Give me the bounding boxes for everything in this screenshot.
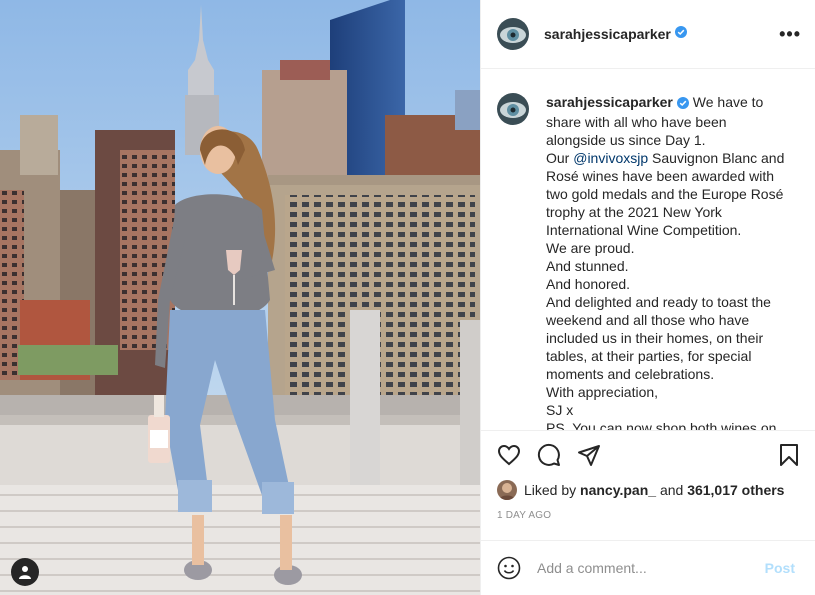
verified-badge-icon	[676, 95, 689, 113]
author-avatar[interactable]	[497, 18, 529, 50]
caption-line: We are proud.	[546, 240, 635, 256]
likes-summary: Liked by nancy.pan_ and 361,017 others	[481, 478, 815, 502]
caption-username[interactable]: sarahjessicaparker	[546, 94, 673, 110]
more-options-icon[interactable]: •••	[779, 24, 801, 45]
caption-line: With appreciation,	[546, 384, 659, 400]
caption-line: share with all who have been	[546, 114, 727, 130]
emoji-icon[interactable]	[497, 556, 521, 580]
post-comment-button[interactable]: Post	[759, 559, 801, 577]
instagram-post: sarahjessicaparker ••• sarahjessicaparke…	[0, 0, 815, 595]
caption-line: We have to	[692, 94, 764, 110]
caption-line: Our	[546, 150, 574, 166]
user-tag-button[interactable]	[11, 558, 39, 586]
caption-line: tables, at their parties, for special	[546, 348, 752, 364]
heart-icon[interactable]	[497, 443, 521, 467]
caption-line: SJ x	[546, 402, 574, 418]
mention-link[interactable]: @invivoxsjp	[573, 150, 648, 166]
caption-line: PS. You can now shop both wines on	[546, 420, 777, 430]
liked-by-prefix: Liked by	[524, 482, 577, 498]
post-date[interactable]: 1 DAY AGO	[481, 502, 815, 528]
caption-area: sarahjessicaparker We have to share with…	[481, 69, 815, 430]
author-username[interactable]: sarahjessicaparker	[544, 26, 671, 42]
caption-line: included us in their homes, on their	[546, 330, 764, 346]
caption-line: And honored.	[546, 276, 631, 292]
caption-line: alongside us since Day 1.	[546, 132, 706, 148]
caption-line: trophy at the 2021 New York	[546, 204, 722, 220]
caption-author-avatar[interactable]	[497, 93, 529, 125]
post-image	[0, 0, 480, 595]
action-bar	[481, 430, 815, 478]
post-sidebar: sarahjessicaparker ••• sarahjessicaparke…	[480, 0, 815, 595]
bookmark-icon[interactable]	[777, 443, 801, 467]
comment-icon[interactable]	[537, 443, 561, 467]
share-icon[interactable]	[577, 443, 601, 467]
caption-line: moments and celebrations.	[546, 366, 715, 382]
user-tag-icon	[19, 566, 31, 579]
liker-avatar[interactable]	[497, 480, 517, 500]
caption-line: Sauvignon Blanc and	[652, 150, 785, 166]
caption-line: weekend and all those who have	[546, 312, 750, 328]
caption-line: two gold medals and the Europe Rosé	[546, 186, 784, 202]
caption-line: And stunned.	[546, 258, 629, 274]
caption-line: International Wine Competition.	[546, 222, 742, 238]
verified-badge-icon	[674, 25, 687, 43]
comment-input[interactable]	[535, 559, 759, 577]
post-header: sarahjessicaparker •••	[481, 0, 815, 69]
post-photo[interactable]	[0, 0, 480, 595]
caption-line: And delighted and ready to toast the	[546, 294, 771, 310]
liker-username[interactable]: nancy.pan_	[580, 482, 656, 498]
likes-count[interactable]: 361,017 others	[687, 482, 784, 498]
caption-line: Rosé wines have been awarded with	[546, 168, 775, 184]
caption-text: sarahjessicaparker We have to share with…	[546, 93, 786, 430]
likes-and: and	[659, 482, 684, 498]
comment-box: Post	[481, 540, 815, 595]
